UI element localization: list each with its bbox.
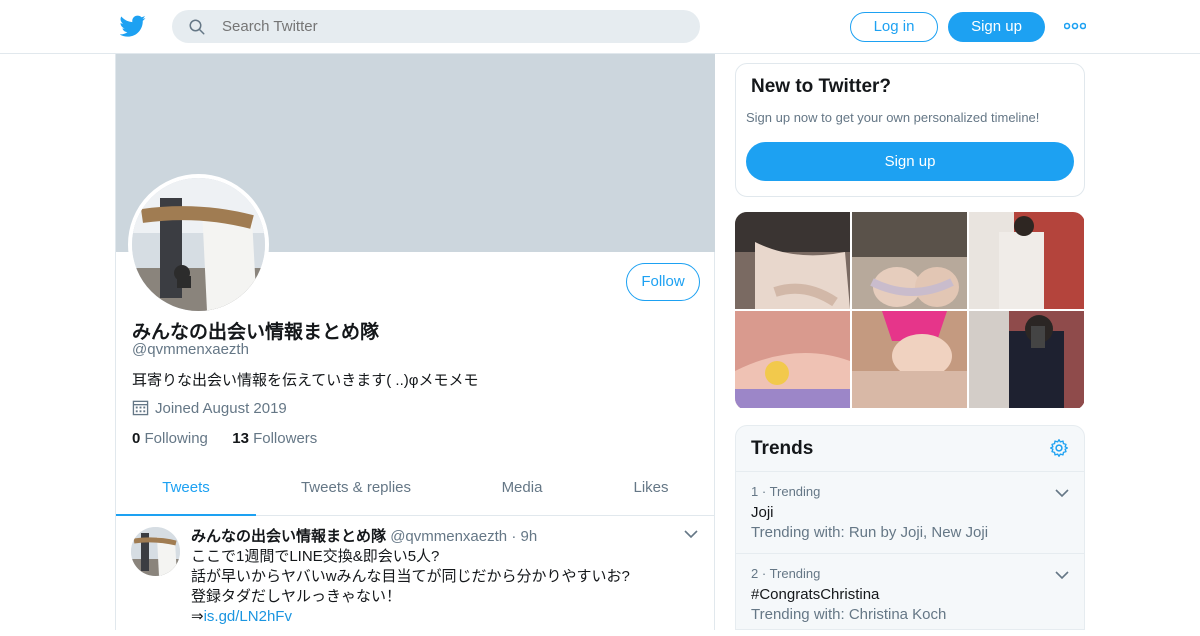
tweet-author-handle[interactable]: @qvmmenxaezth — [390, 528, 507, 545]
new-to-twitter-card: New to Twitter? Sign up now to get your … — [735, 63, 1085, 197]
tweet-line: 登録タダだしヤルっきゃない！ — [191, 588, 402, 605]
sidebar-signup-button[interactable]: Sign up — [746, 142, 1074, 181]
profile-joined: Joined August 2019 — [132, 399, 287, 417]
followers-link[interactable]: 13 Followers — [232, 430, 317, 447]
tweet-line: 話が早いからヤバいwみんな目当てが同じだから分かりやすいお? — [191, 568, 630, 585]
media-thumbnail[interactable] — [852, 311, 967, 408]
profile-tabs: Tweets Tweets & replies Media Likes — [116, 464, 715, 516]
trend-item[interactable]: 1 · Trending Joji Trending with: Run by … — [736, 472, 1084, 554]
tweet-item[interactable]: みんなの出会い情報まとめ隊 @qvmmenxaezth · 9h ここで1週間で… — [116, 517, 715, 630]
follow-button[interactable]: Follow — [626, 263, 700, 301]
search-icon — [189, 19, 205, 35]
tweet-time[interactable]: 9h — [520, 528, 537, 545]
chevron-down-icon[interactable] — [1055, 570, 1069, 580]
joined-text: Joined August 2019 — [155, 400, 287, 417]
trend-meta: 1 · Trending — [751, 484, 821, 499]
trend-name[interactable]: #CongratsChristina — [751, 586, 879, 603]
trends-title: Trends — [751, 438, 814, 459]
profile-name: みんなの出会い情報まとめ隊 — [132, 322, 380, 343]
signup-button[interactable]: Sign up — [948, 12, 1045, 42]
trend-name[interactable]: Joji — [751, 504, 774, 521]
media-grid — [735, 212, 1085, 410]
trend-rank: 2 — [751, 566, 759, 581]
followers-label: Followers — [253, 430, 318, 447]
following-link[interactable]: 0 Following — [132, 430, 208, 447]
profile-bio: 耳寄りな出会い情報を伝えていきます( ..)φメモメモ — [132, 372, 479, 389]
media-thumbnail[interactable] — [735, 212, 850, 309]
tweet-line: ここで1週間でLINE交換&即会い5人? — [191, 548, 440, 565]
calendar-icon — [132, 400, 149, 416]
tweet-header: みんなの出会い情報まとめ隊 @qvmmenxaezth · 9h — [191, 525, 537, 546]
new-to-twitter-title: New to Twitter? — [751, 76, 892, 97]
trend-rank: 1 — [751, 484, 759, 499]
trend-with: Trending with: Christina Koch — [751, 606, 947, 623]
trend-label: Trending — [769, 484, 821, 499]
tweet-text: ここで1週間でLINE交換&即会い5人? 話が早いからヤバいwみんな目当てが同じ… — [191, 547, 630, 627]
profile-column: Follow みんなの出会い情報まとめ隊 @qvmmenxaezth 耳寄りな出… — [115, 54, 715, 630]
tab-media[interactable]: Media — [478, 464, 566, 516]
profile-handle[interactable]: @qvmmenxaezth — [132, 341, 249, 358]
twitter-bird-icon[interactable] — [120, 13, 146, 39]
tab-tweets-replies[interactable]: Tweets & replies — [281, 464, 431, 516]
search-input[interactable] — [222, 10, 682, 43]
gear-icon[interactable] — [1049, 438, 1069, 458]
top-navigation-bar: Log in Sign up — [0, 0, 1200, 54]
media-thumbnail[interactable] — [852, 212, 967, 309]
following-label: Following — [144, 430, 208, 447]
trend-item[interactable]: 2 · Trending #CongratsChristina Trending… — [736, 554, 1084, 636]
login-button[interactable]: Log in — [850, 12, 938, 42]
tweet-separator: · — [511, 528, 517, 545]
search-bar[interactable] — [172, 10, 700, 43]
chevron-down-icon[interactable] — [1055, 488, 1069, 498]
media-thumbnail[interactable] — [969, 311, 1084, 408]
tweet-author-name[interactable]: みんなの出会い情報まとめ隊 — [191, 528, 386, 545]
chevron-down-icon[interactable] — [684, 529, 698, 539]
more-dots-icon[interactable] — [1064, 18, 1086, 34]
trend-meta: 2 · Trending — [751, 566, 821, 581]
tweet-avatar-image — [131, 527, 180, 576]
tweet-line: ⇒is.gd/LN2hFv — [191, 607, 630, 627]
media-thumbnail[interactable] — [969, 212, 1084, 309]
media-thumbnail[interactable] — [735, 311, 850, 408]
tab-tweets[interactable]: Tweets — [116, 464, 256, 516]
following-count: 0 — [132, 430, 141, 447]
tweet-avatar[interactable] — [131, 527, 180, 576]
profile-avatar[interactable] — [128, 174, 269, 315]
tweet-link[interactable]: is.gd/LN2hFv — [204, 608, 292, 625]
trends-panel: Trends 1 · Trending Joji Trending with: … — [735, 425, 1085, 630]
profile-stats: 0 Following 13 Followers — [132, 430, 317, 447]
trend-label: Trending — [769, 566, 821, 581]
link-arrow: ⇒ — [191, 608, 204, 625]
new-to-twitter-subtitle: Sign up now to get your own personalized… — [746, 110, 1040, 125]
trend-with: Trending with: Run by Joji, New Joji — [751, 524, 989, 541]
avatar-image — [132, 178, 265, 311]
tab-likes[interactable]: Likes — [612, 464, 690, 516]
followers-count: 13 — [232, 430, 249, 447]
